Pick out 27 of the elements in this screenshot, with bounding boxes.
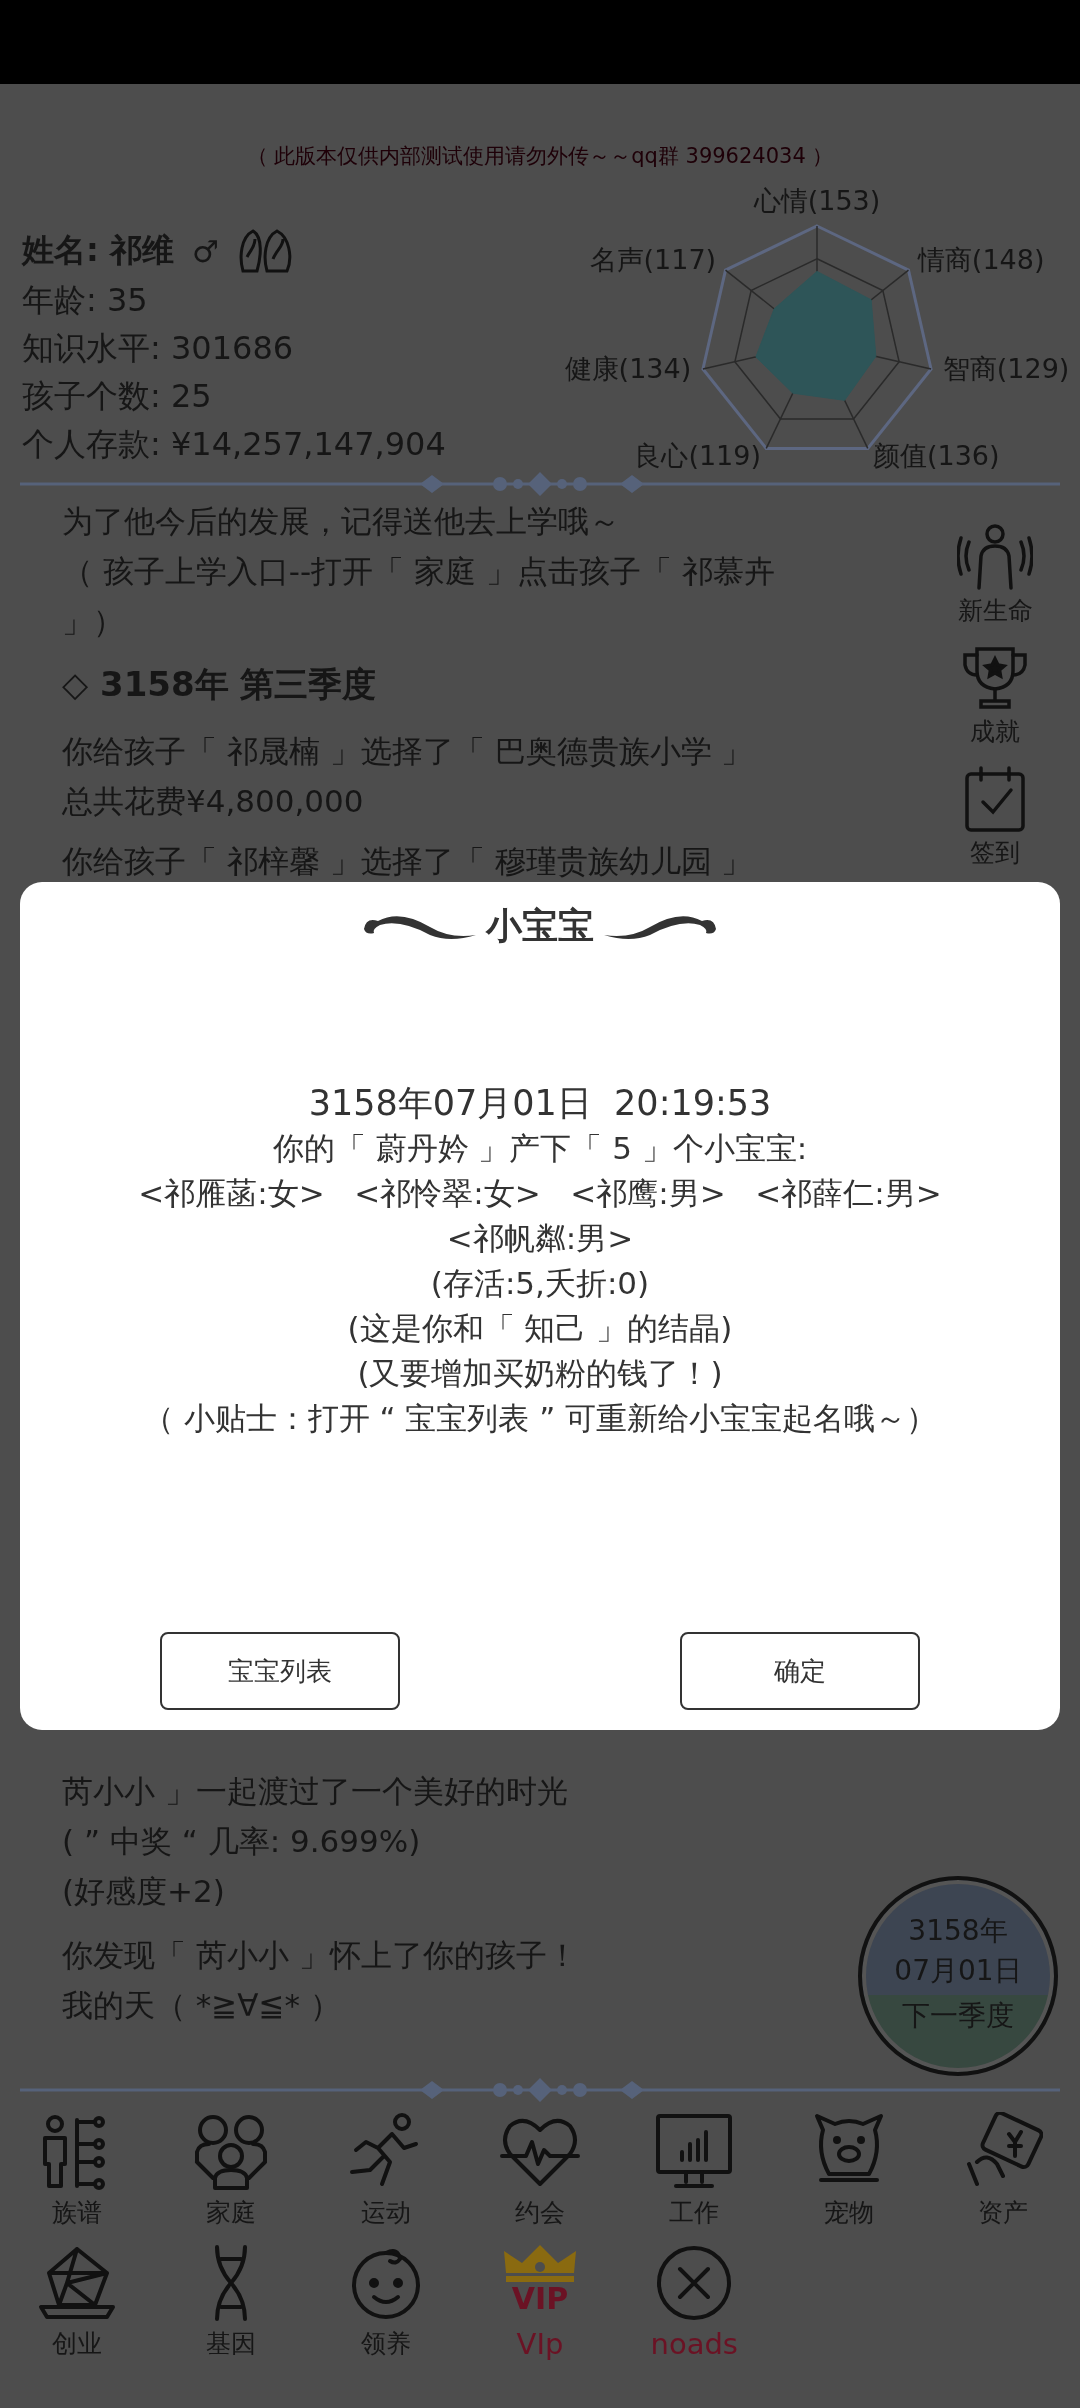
dialog-text: (又要增加买奶粉的钱了！) xyxy=(357,1354,723,1393)
side-action-button[interactable]: 签到 xyxy=(957,764,1033,869)
dialog-button[interactable]: 确定 xyxy=(680,1632,920,1710)
notice-text: （ 此版本仅供内部测试使用请勿外传～～qq群 399624034 ） xyxy=(245,143,835,170)
nav-button[interactable]: 领养 xyxy=(308,2243,463,2361)
dialog-title: 小宝宝 xyxy=(486,904,594,948)
gender-symbol: ♂ xyxy=(191,233,219,269)
vip-badge-text: VIP xyxy=(511,2283,569,2315)
dialog-button[interactable]: 宝宝列表 xyxy=(160,1632,400,1710)
dialog-text: <祁帆粼:男> xyxy=(446,1219,634,1258)
nav-button[interactable]: VIP VIp xyxy=(462,2243,618,2361)
stat-text: 孩子个数: 25 xyxy=(22,376,212,417)
stat-text: 年龄: 35 xyxy=(22,280,148,321)
dialog-text: (存活:5,夭折:0) xyxy=(430,1264,650,1303)
nav-button[interactable]: 基因 xyxy=(154,2243,309,2361)
dialog-text: 3158年07月01日 20:19:53 xyxy=(308,1082,772,1125)
dialog-text: (这是你和「 知己 」的结晶) xyxy=(347,1309,733,1348)
side-action-button[interactable]: 新生命 xyxy=(957,522,1033,627)
attribute-label: 良心(119) xyxy=(634,439,761,474)
attribute-label: 心情(153) xyxy=(753,184,881,218)
nav-button[interactable]: 宠物 xyxy=(771,2112,926,2229)
attribute-label: 健康(134) xyxy=(564,351,692,386)
dialog-text: <祁雁菡:女> <祁怜翠:女> <祁鹰:男> <祁薛仁:男> xyxy=(138,1174,942,1213)
nav-button[interactable]: noads xyxy=(617,2243,772,2361)
dialog-text: （ 小贴士：打开 “ 宝宝列表 ” 可重新给小宝宝起名哦～） xyxy=(142,1399,938,1438)
side-action-button[interactable]: 成就 xyxy=(957,643,1033,748)
dialog-text: 你的「 蔚丹妗 」产下「 5 」个小宝宝: xyxy=(272,1129,808,1168)
